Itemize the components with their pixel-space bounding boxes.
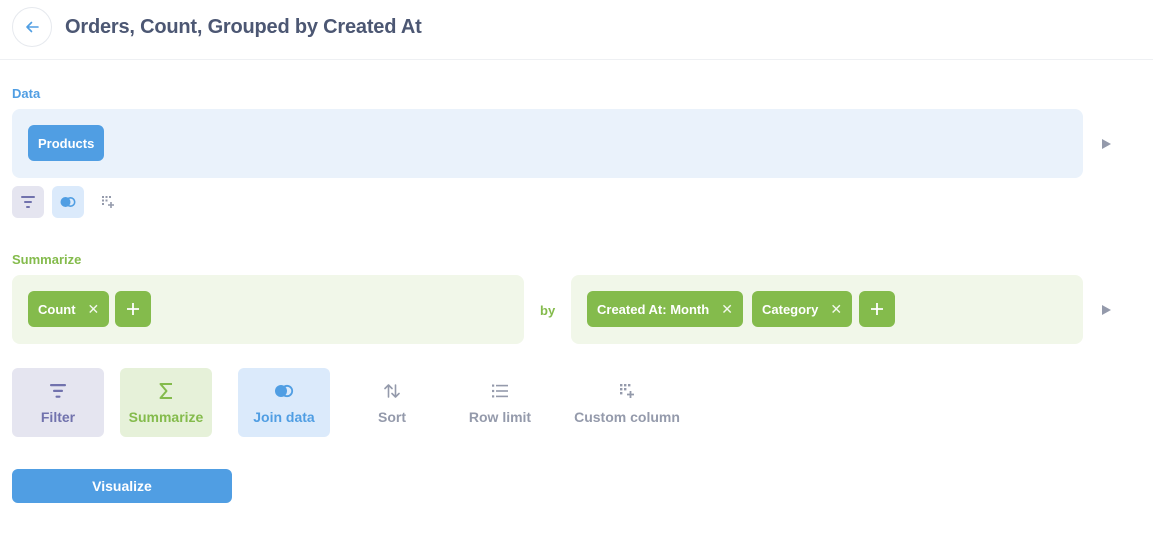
custom-column-mini-button[interactable]: [92, 186, 124, 218]
add-breakout-button[interactable]: [859, 291, 895, 327]
join-data-mini-button[interactable]: [52, 186, 84, 218]
filter-action-button[interactable]: Filter: [12, 368, 104, 437]
sort-action-button[interactable]: Sort: [346, 368, 438, 437]
add-filter-mini-button[interactable]: [12, 186, 44, 218]
row-limit-action-button[interactable]: Row limit: [454, 368, 546, 437]
visualize-button[interactable]: Visualize: [12, 469, 232, 503]
row-limit-action-label: Row limit: [468, 408, 532, 425]
data-source-pill[interactable]: Products: [28, 125, 105, 161]
custom-column-action-button[interactable]: Custom column: [572, 368, 682, 437]
close-icon[interactable]: ✕: [88, 301, 100, 318]
sort-icon: [384, 383, 400, 398]
add-metric-button[interactable]: [115, 291, 151, 327]
summarize-action-button[interactable]: Summarize: [120, 368, 212, 437]
metric-label: Count: [38, 301, 76, 317]
play-icon[interactable]: [1102, 139, 1111, 149]
breakout-pill-category[interactable]: Category ✕: [752, 291, 853, 327]
breakout-label: Category: [762, 301, 819, 317]
play-icon[interactable]: [1102, 305, 1111, 315]
sigma-icon: [159, 382, 172, 399]
custom-column-icon: [102, 196, 114, 208]
plus-icon: [127, 303, 139, 315]
data-section-label: Data: [12, 86, 41, 101]
header: Orders, Count, Grouped by Created At: [0, 0, 1153, 60]
back-button[interactable]: [12, 7, 52, 47]
custom-column-action-label: Custom column: [574, 408, 680, 425]
summarize-metrics-box: Count ✕: [12, 275, 524, 344]
close-icon[interactable]: ✕: [721, 301, 733, 318]
plus-icon: [871, 303, 883, 315]
join-icon: [275, 384, 294, 397]
filter-action-label: Filter: [40, 408, 76, 425]
close-icon[interactable]: ✕: [830, 301, 842, 318]
by-label: by: [540, 303, 556, 318]
sort-action-label: Sort: [378, 408, 406, 425]
summarize-action-label: Summarize: [128, 408, 204, 425]
metric-pill-count[interactable]: Count ✕: [28, 291, 110, 327]
join-action-label: Join data: [253, 408, 315, 425]
arrow-left-icon: [26, 21, 39, 33]
summarize-section-label: Summarize: [12, 252, 82, 267]
list-icon: [492, 384, 508, 397]
filter-icon: [50, 383, 66, 398]
filter-icon: [21, 196, 35, 208]
summarize-breakouts-box: Created At: Month ✕ Category ✕: [571, 275, 1083, 344]
custom-column-icon: [620, 383, 634, 398]
breakout-label: Created At: Month: [597, 301, 710, 317]
data-step: Products: [12, 109, 1083, 178]
breakout-pill-created-at[interactable]: Created At: Month ✕: [587, 291, 743, 327]
join-action-button[interactable]: Join data: [238, 368, 330, 437]
join-icon: [60, 197, 76, 207]
page-title: Orders, Count, Grouped by Created At: [65, 16, 422, 38]
